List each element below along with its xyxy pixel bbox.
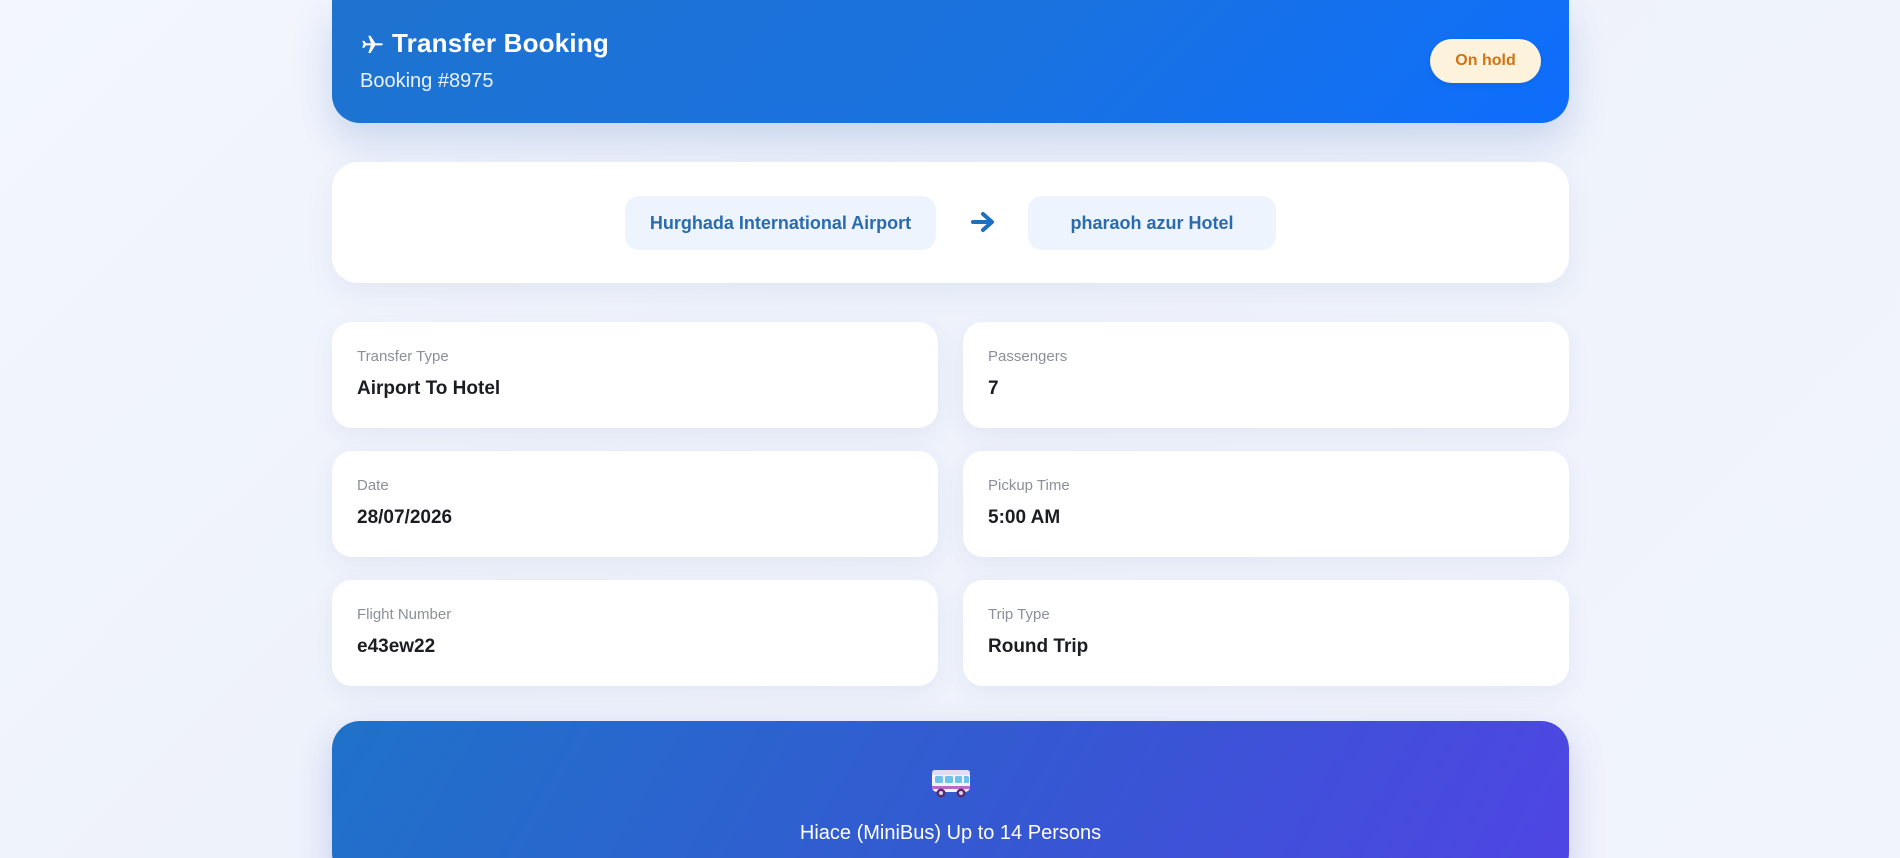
passengers-card: Passengers 7 bbox=[963, 322, 1569, 428]
trip-type-card: Trip Type Round Trip bbox=[963, 580, 1569, 686]
route-card: Hurghada International Airport pharaoh a… bbox=[332, 162, 1569, 283]
vehicle-name: Hiace (MiniBus) Up to 14 Persons bbox=[799, 822, 1102, 844]
pickup-time-value: 5:00 AM bbox=[988, 507, 1061, 528]
date-value: 28/07/2026 bbox=[357, 507, 453, 528]
vehicle-card: Hiace (MiniBus) Up to 14 Persons bbox=[332, 721, 1569, 858]
flight-number-value: e43ew22 bbox=[357, 636, 436, 657]
title-text: Transfer Booking bbox=[392, 28, 610, 58]
flight-number-card: Flight Number e43ew22 bbox=[332, 580, 938, 686]
pickup-time-card: Pickup Time 5:00 AM bbox=[963, 451, 1569, 557]
transfer-type-label: Transfer Type bbox=[357, 348, 449, 365]
status-badge: On hold bbox=[1430, 39, 1541, 83]
transfer-type-card: Transfer Type Airport To Hotel bbox=[332, 322, 938, 428]
date-label: Date bbox=[357, 477, 389, 494]
transfer-type-value: Airport To Hotel bbox=[357, 378, 501, 399]
booking-number: Booking #8975 bbox=[360, 70, 494, 92]
date-card: Date 28/07/2026 bbox=[332, 451, 938, 557]
trip-type-value: Round Trip bbox=[988, 636, 1089, 657]
route-destination: pharaoh azur Hotel bbox=[1028, 196, 1276, 250]
minibus-icon bbox=[932, 770, 970, 798]
route-origin: Hurghada International Airport bbox=[625, 196, 936, 250]
airplane-icon bbox=[362, 35, 383, 53]
page-title: Transfer Booking bbox=[360, 28, 609, 59]
passengers-label: Passengers bbox=[988, 348, 1068, 365]
arrow-right-icon bbox=[971, 212, 994, 232]
booking-page: Transfer Booking Booking #8975 On hold H… bbox=[0, 0, 1900, 858]
pickup-time-label: Pickup Time bbox=[988, 477, 1070, 494]
flight-number-label: Flight Number bbox=[357, 606, 452, 623]
booking-header: Transfer Booking Booking #8975 On hold bbox=[332, 0, 1569, 123]
trip-type-label: Trip Type bbox=[988, 606, 1050, 623]
passengers-value: 7 bbox=[988, 378, 999, 399]
